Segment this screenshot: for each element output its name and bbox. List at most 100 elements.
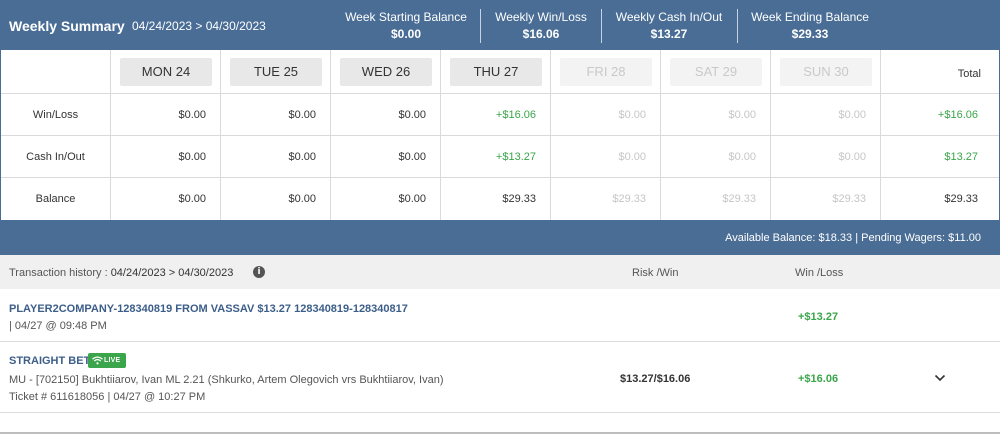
total-cell: $13.27 bbox=[881, 136, 999, 177]
row-total: $13.27 bbox=[944, 150, 978, 163]
value-cell: $0.00 bbox=[111, 178, 221, 220]
transaction-row[interactable]: PLAYER2COMPANY-128340819 FROM VASSAV $13… bbox=[0, 289, 1000, 342]
value-cell: $0.00 bbox=[111, 94, 221, 135]
cell-value: $0.00 bbox=[398, 150, 426, 163]
stat-label: Weekly Cash In/Out bbox=[615, 10, 723, 24]
table-row: Balance $0.00 $0.00 $0.00 $29.33 $29.33 … bbox=[1, 178, 999, 220]
value-cell: $0.00 bbox=[661, 94, 771, 135]
day-header[interactable]: TUE 25 bbox=[230, 58, 322, 86]
row-label: Balance bbox=[35, 193, 76, 205]
divider bbox=[480, 9, 481, 43]
value-cell: $0.00 bbox=[221, 94, 331, 135]
cell-value: $0.00 bbox=[618, 108, 646, 121]
value-cell: $29.33 bbox=[771, 178, 881, 220]
transaction-name: STRAIGHT BET bbox=[9, 355, 91, 367]
day-header: SUN 30 bbox=[780, 58, 872, 86]
day-column: TUE 25 bbox=[221, 50, 331, 93]
day-header-row: MON 24 TUE 25 WED 26 THU 27 FRI 28 SAT 2… bbox=[1, 50, 999, 94]
row-label: Win/Loss bbox=[32, 108, 79, 121]
stat-label: Week Ending Balance bbox=[751, 10, 869, 24]
cell-value: +$16.06 bbox=[495, 108, 536, 121]
cell-value: $0.00 bbox=[178, 108, 206, 121]
transaction-detail: MU - [702150] Bukhtiiarov, Ivan ML 2.21 … bbox=[9, 374, 444, 386]
cell-value: $0.00 bbox=[178, 150, 206, 163]
value-cell: $0.00 bbox=[221, 178, 331, 220]
transaction-history-title: Transaction history : 04/24/2023 > 04/30… bbox=[9, 267, 233, 279]
stat-value: $29.33 bbox=[791, 27, 829, 41]
transaction-win-loss: +$16.06 bbox=[798, 373, 839, 385]
transaction-win-loss: +$13.27 bbox=[798, 311, 839, 323]
stat-label: Weekly Win/Loss bbox=[495, 10, 587, 24]
total-column: Total bbox=[881, 50, 999, 93]
row-label-cell: Balance bbox=[1, 178, 111, 220]
stat-weekly-win-loss: Weekly Win/Loss $16.06 bbox=[486, 10, 596, 42]
stat-weekly-cash-in-out: Weekly Cash In/Out $13.27 bbox=[606, 10, 732, 42]
cell-value: $0.00 bbox=[838, 150, 866, 163]
available-balance-text: Available Balance: $18.33 | Pending Wage… bbox=[725, 232, 981, 244]
value-cell: $0.00 bbox=[771, 94, 881, 135]
total-header: Total bbox=[957, 68, 981, 80]
day-header: FRI 28 bbox=[560, 58, 652, 86]
cell-value: $0.00 bbox=[618, 150, 646, 163]
cell-value: $29.33 bbox=[612, 193, 646, 205]
cell-value: $0.00 bbox=[288, 193, 316, 205]
row-label-cell: Cash In/Out bbox=[1, 136, 111, 177]
stat-value: $0.00 bbox=[390, 27, 422, 41]
cell-value: $0.00 bbox=[728, 108, 756, 121]
row-total: +$16.06 bbox=[937, 108, 978, 121]
cell-value: $29.33 bbox=[502, 193, 536, 205]
cell-value: $0.00 bbox=[398, 108, 426, 121]
live-badge-label: LIVE bbox=[104, 357, 121, 364]
day-column: SAT 29 bbox=[661, 50, 771, 93]
day-column: FRI 28 bbox=[551, 50, 661, 93]
cell-value: +$13.27 bbox=[495, 150, 536, 163]
row-total: $29.33 bbox=[944, 193, 978, 205]
value-cell: $0.00 bbox=[331, 178, 441, 220]
day-header: SAT 29 bbox=[670, 58, 762, 86]
day-column: WED 26 bbox=[331, 50, 441, 93]
row-label: Cash In/Out bbox=[26, 150, 85, 163]
balance-bar: Available Balance: $18.33 | Pending Wage… bbox=[0, 220, 1000, 255]
value-cell: $29.33 bbox=[441, 178, 551, 220]
history-label: Transaction history : bbox=[9, 267, 111, 279]
divider bbox=[737, 9, 738, 43]
value-cell: $0.00 bbox=[551, 136, 661, 177]
stat-value: $16.06 bbox=[522, 27, 560, 41]
divider bbox=[601, 9, 602, 43]
value-cell: $29.33 bbox=[661, 178, 771, 220]
value-cell: $0.00 bbox=[331, 136, 441, 177]
cell-value: $0.00 bbox=[178, 193, 206, 205]
day-column: SUN 30 bbox=[771, 50, 881, 93]
row-label-cell: Win/Loss bbox=[1, 94, 111, 135]
table-row: Win/Loss $0.00 $0.00 $0.00 +$16.06 $0.00… bbox=[1, 94, 999, 136]
value-cell: $0.00 bbox=[111, 136, 221, 177]
column-header-risk-win: Risk /Win bbox=[632, 267, 679, 279]
value-cell: $0.00 bbox=[661, 136, 771, 177]
day-column: MON 24 bbox=[111, 50, 221, 93]
day-header[interactable]: MON 24 bbox=[120, 58, 212, 86]
day-header[interactable]: WED 26 bbox=[340, 58, 432, 86]
transaction-date: | 04/27 @ 09:48 PM bbox=[9, 320, 107, 332]
day-header[interactable]: THU 27 bbox=[450, 58, 542, 86]
cell-value: $0.00 bbox=[838, 108, 866, 121]
stat-label: Week Starting Balance bbox=[345, 10, 467, 24]
day-column: THU 27 bbox=[441, 50, 551, 93]
info-icon[interactable]: i bbox=[253, 266, 265, 278]
cell-value: $29.33 bbox=[722, 193, 756, 205]
chevron-down-icon[interactable] bbox=[934, 374, 946, 382]
value-cell: $0.00 bbox=[771, 136, 881, 177]
cell-value: $29.33 bbox=[832, 193, 866, 205]
value-cell: $0.00 bbox=[221, 136, 331, 177]
weekly-summary-header: Weekly Summary 04/24/2023 > 04/30/2023 W… bbox=[0, 0, 1000, 50]
stat-week-ending-balance: Week Ending Balance $29.33 bbox=[745, 10, 875, 42]
cell-value: $0.00 bbox=[728, 150, 756, 163]
week-range: 04/24/2023 > 04/30/2023 bbox=[132, 19, 266, 33]
transaction-row[interactable]: STRAIGHT BET LIVE MU - [702150] Bukhtiia… bbox=[0, 342, 1000, 413]
grid-corner bbox=[1, 50, 111, 93]
column-header-win-loss: Win /Loss bbox=[795, 267, 844, 279]
total-cell: +$16.06 bbox=[881, 94, 999, 135]
transaction-history-header: Transaction history : 04/24/2023 > 04/30… bbox=[0, 255, 1000, 289]
cell-value: $0.00 bbox=[288, 108, 316, 121]
weekly-grid: MON 24 TUE 25 WED 26 THU 27 FRI 28 SAT 2… bbox=[0, 50, 1000, 220]
transaction-name: PLAYER2COMPANY-128340819 FROM VASSAV $13… bbox=[9, 303, 408, 315]
